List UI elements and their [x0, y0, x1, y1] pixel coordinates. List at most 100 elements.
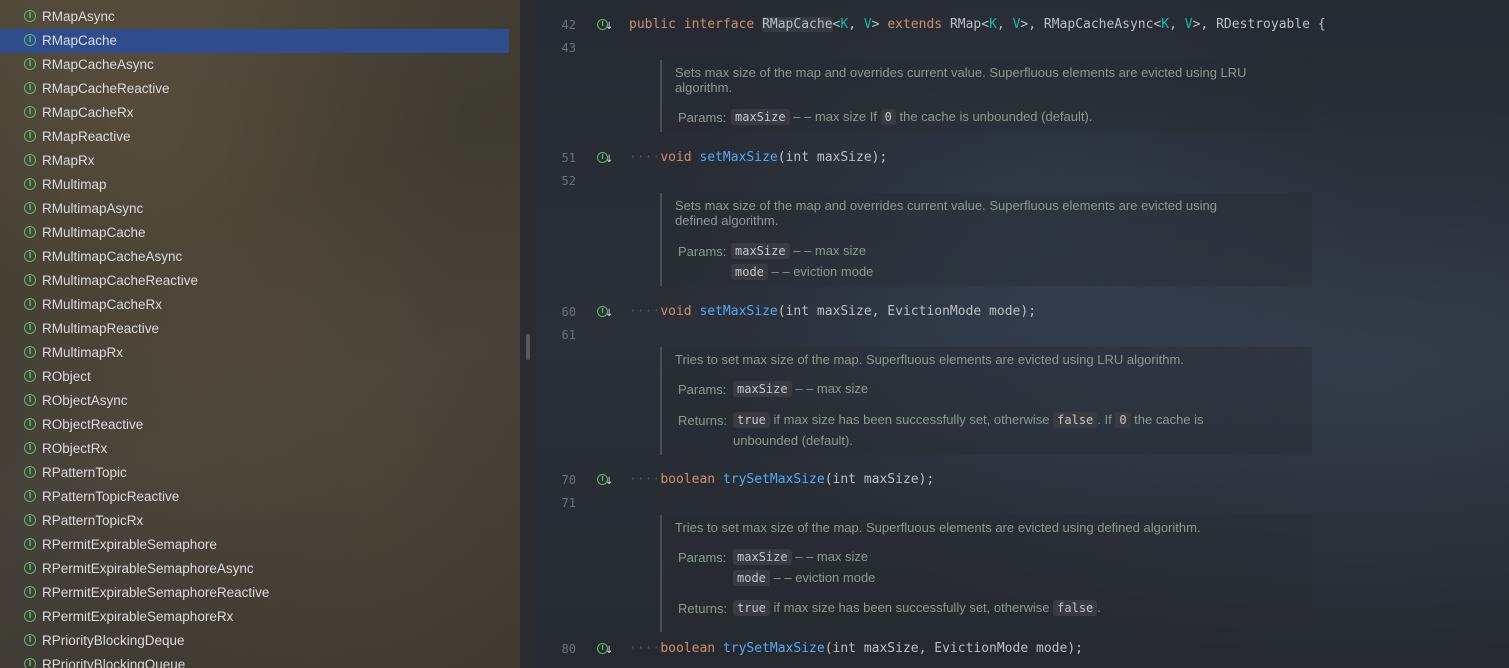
tree-item-label: RPriorityBlockingDeque	[42, 633, 185, 648]
implemented-icon[interactable]: I ↓	[597, 474, 613, 487]
tree-item[interactable]: I RMapCacheAsync	[0, 53, 509, 77]
interface-icon: I	[24, 490, 36, 502]
line-number: 43	[561, 41, 576, 55]
tree-item[interactable]: I RPermitExpirableSemaphore	[0, 533, 509, 557]
interface-icon: I	[24, 178, 36, 190]
interface-icon: I	[24, 202, 36, 214]
tree-item-label: RMultimapCacheAsync	[42, 249, 183, 264]
tree-item[interactable]: I RMultimapCacheRx	[0, 293, 509, 317]
interface-icon: I	[24, 154, 36, 166]
tree-item-label: RMapRx	[42, 153, 95, 168]
interface-icon: I	[24, 58, 36, 70]
tree-item-label: RMultimap	[42, 177, 107, 192]
javadoc-block: Sets max size of the map and overrides c…	[660, 193, 1312, 286]
interface-icon: I	[24, 370, 36, 382]
interface-icon: I	[24, 106, 36, 118]
implemented-icon[interactable]: I ↓	[597, 643, 613, 656]
interface-icon: I	[24, 586, 36, 598]
tree-item-label: RMultimapCacheRx	[42, 297, 163, 312]
interface-icon: I	[24, 418, 36, 430]
tree-item-label: RPriorityBlockingQueue	[42, 657, 186, 668]
interface-icon: I	[24, 250, 36, 262]
tree-item[interactable]: I RPriorityBlockingQueue	[0, 653, 509, 668]
tree-item[interactable]: I RPriorityBlockingDeque	[0, 629, 509, 653]
tree-item-label: RMultimapAsync	[42, 201, 144, 216]
line-number: 80	[561, 642, 576, 656]
implemented-icon[interactable]: I ↓	[597, 19, 613, 32]
splitter-handle[interactable]	[526, 334, 530, 360]
line-number: 42	[561, 18, 576, 32]
javadoc-block: Sets max size of the map and overrides c…	[660, 60, 1312, 132]
tree-item-label: RMultimapRx	[42, 345, 124, 360]
tree-item[interactable]: I RMultimapCache	[0, 221, 509, 245]
tree-item-label: RObjectAsync	[42, 393, 128, 408]
tree-item[interactable]: I RMultimapAsync	[0, 197, 509, 221]
tree-item-label: RMapCacheAsync	[42, 57, 154, 72]
tree-item[interactable]: I RObjectRx	[0, 437, 509, 461]
code-line-setmaxsize-mode[interactable]: ····void setMaxSize(int maxSize, Evictio…	[629, 304, 1036, 319]
line-number: 61	[561, 328, 576, 342]
interface-icon: I	[24, 34, 36, 46]
tree-item-label: RPatternTopicRx	[42, 513, 144, 528]
line-number: 60	[561, 305, 576, 319]
tree-item-label: RObjectRx	[42, 441, 108, 456]
tree-item[interactable]: I RMultimapCacheReactive	[0, 269, 509, 293]
interface-icon: I	[24, 322, 36, 334]
project-tree: I RMapAsync I RMapCache I RMapCacheAsync I RMap…	[0, 0, 520, 668]
interface-icon: I	[24, 82, 36, 94]
tree-item-label: RPermitExpirableSemaphore	[42, 537, 217, 552]
tree-item[interactable]: I RMapCacheRx	[0, 101, 509, 125]
code-line-trysetmaxsize-mode[interactable]: ····boolean trySetMaxSize(int maxSize, E…	[629, 641, 1083, 656]
tree-item-label: RMultimapCache	[42, 225, 146, 240]
javadoc-block: Tries to set max size of the map. Superf…	[660, 515, 1312, 632]
code-editor[interactable]: 42 43 51 52 60 61 70 71 80 I ↓ I ↓ I ↓ I ↓ I…	[536, 0, 1509, 668]
interface-icon: I	[24, 298, 36, 310]
interface-icon: I	[24, 514, 36, 526]
tree-item[interactable]: I RObject	[0, 365, 509, 389]
interface-icon: I	[24, 538, 36, 550]
interface-icon: I	[24, 562, 36, 574]
implemented-icon[interactable]: I ↓	[597, 306, 613, 319]
tree-item-label: RPermitExpirableSemaphoreRx	[42, 609, 234, 624]
tree-item[interactable]: I RObjectReactive	[0, 413, 509, 437]
tree-item[interactable]: I RMapCacheReactive	[0, 77, 509, 101]
code-line-interface-declaration[interactable]: public interface RMapCache<K, V> extends…	[629, 17, 1326, 32]
tree-item[interactable]: I RPatternTopicReactive	[0, 485, 509, 509]
param-chip: maxSize	[731, 109, 790, 125]
tree-item[interactable]: I RMapAsync	[0, 5, 509, 29]
interface-icon: I	[24, 442, 36, 454]
interface-icon: I	[24, 274, 36, 286]
tree-item-label: RObject	[42, 369, 91, 384]
interface-icon: I	[24, 226, 36, 238]
code-line-trysetmaxsize[interactable]: ····boolean trySetMaxSize(int maxSize);	[629, 472, 934, 487]
tree-item-label: RMapCacheReactive	[42, 81, 170, 96]
tree-item[interactable]: I RPermitExpirableSemaphoreRx	[0, 605, 509, 629]
line-number: 52	[561, 174, 576, 188]
tree-item-label: RPatternTopic	[42, 465, 127, 480]
interface-icon: I	[24, 466, 36, 478]
line-number: 70	[561, 473, 576, 487]
tree-item[interactable]: I RMapReactive	[0, 125, 509, 149]
tree-item[interactable]: I RPermitExpirableSemaphoreAsync	[0, 557, 509, 581]
implemented-icon[interactable]: I ↓	[597, 152, 613, 165]
code-line-setmaxsize[interactable]: ····void setMaxSize(int maxSize);	[629, 150, 887, 165]
tree-item[interactable]: I RPatternTopicRx	[0, 509, 509, 533]
tree-item[interactable]: I RPermitExpirableSemaphoreReactive	[0, 581, 509, 605]
tree-item[interactable]: I RMultimapCacheAsync	[0, 245, 509, 269]
interface-icon: I	[24, 394, 36, 406]
line-number: 51	[561, 151, 576, 165]
tree-item[interactable]: I RMapRx	[0, 149, 509, 173]
tree-item-label: RMapCacheRx	[42, 105, 134, 120]
tree-item[interactable]: I RMultimapReactive	[0, 317, 509, 341]
tree-item[interactable]: I RMultimapRx	[0, 341, 509, 365]
interface-icon: I	[24, 658, 36, 668]
tree-item[interactable]: I RObjectAsync	[0, 389, 509, 413]
tree-item[interactable]: I RMapCache	[0, 29, 509, 53]
interface-icon: I	[24, 346, 36, 358]
interface-icon: I	[24, 610, 36, 622]
line-number: 71	[561, 496, 576, 510]
interface-icon: I	[24, 10, 36, 22]
tree-item[interactable]: I RPatternTopic	[0, 461, 509, 485]
tree-item[interactable]: I RMultimap	[0, 173, 509, 197]
panel-splitter[interactable]	[520, 0, 536, 668]
